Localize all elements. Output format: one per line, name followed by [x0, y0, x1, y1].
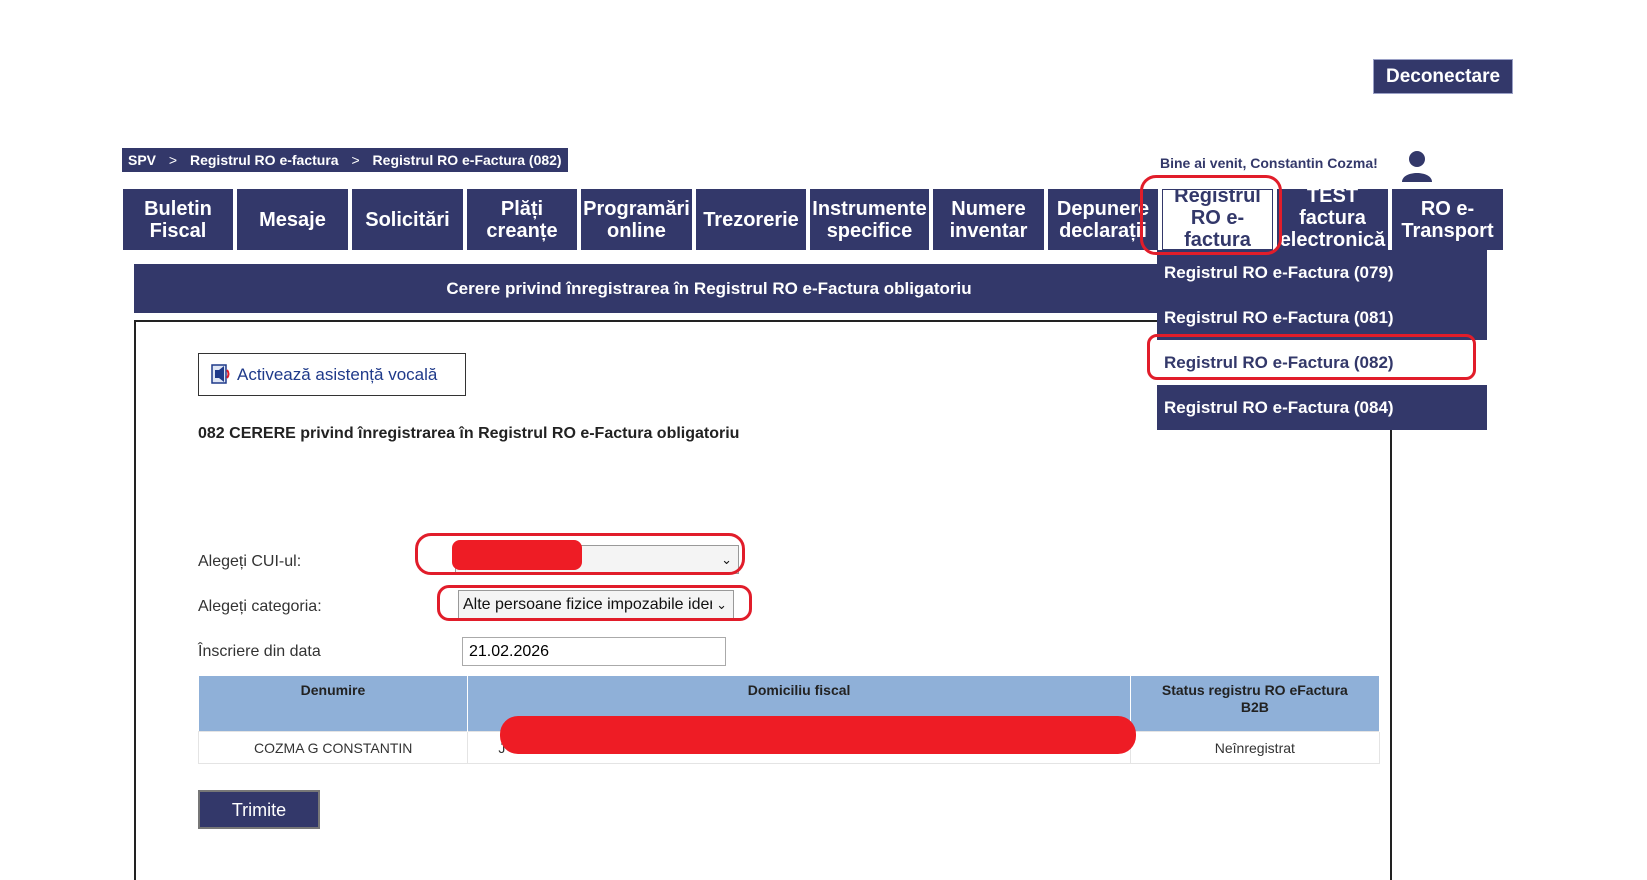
- speaker-icon: [211, 364, 230, 384]
- nav-mesaje[interactable]: Mesaje: [237, 189, 348, 250]
- welcome-text: Bine ai venit, Constantin Cozma!: [1160, 155, 1378, 171]
- cell-domiciliu-text: J: [498, 739, 506, 756]
- cell-domiciliu-tail: 79: [1090, 738, 1106, 754]
- nav-plati-creante[interactable]: Plăți creanțe: [467, 189, 577, 250]
- logout-button[interactable]: Deconectare: [1373, 59, 1513, 94]
- user-icon[interactable]: [1400, 148, 1434, 182]
- results-table: Denumire Domiciliu fiscal Status registr…: [197, 676, 1381, 764]
- nav-numere-inventar[interactable]: Numere inventar: [933, 189, 1044, 250]
- category-label: Alegeți categoria:: [198, 598, 322, 615]
- nav-solicitari[interactable]: Solicitări: [352, 189, 463, 250]
- nav-instrumente-specifice[interactable]: Instrumente specifice: [810, 189, 929, 250]
- efactura-dropdown-menu: Registrul RO e-Factura (079) Registrul R…: [1157, 250, 1487, 430]
- breadcrumb-separator: >: [351, 152, 360, 168]
- breadcrumb: SPV > Registrul RO e-factura > Registrul…: [122, 148, 568, 172]
- nav-buletin-fiscal[interactable]: Buletin Fiscal: [123, 189, 233, 250]
- nav-registrul-ro-efactura[interactable]: Registrul RO e-factura: [1162, 189, 1273, 250]
- column-header-domiciliu: Domiciliu fiscal: [467, 676, 1131, 732]
- table-row: COZMA G CONSTANTIN J 79 Neînregistrat: [197, 731, 1381, 764]
- cui-select-value: 17: [460, 551, 478, 568]
- chevron-down-icon: ⌄: [721, 552, 732, 567]
- chevron-down-icon: ⌄: [712, 591, 727, 618]
- nav-depunere-declaratii[interactable]: Depunere declarații: [1048, 189, 1158, 250]
- nav-programari-online[interactable]: Programări online: [581, 189, 692, 250]
- submit-button[interactable]: Trimite: [198, 790, 320, 829]
- form-title: 082 CERERE privind înregistrarea în Regi…: [198, 425, 740, 442]
- breadcrumb-item-spv[interactable]: SPV: [128, 148, 156, 172]
- column-header-status: Status registru RO eFactura B2B: [1130, 676, 1381, 732]
- dropdown-item-084[interactable]: Registrul RO e-Factura (084): [1157, 385, 1487, 430]
- cui-label: Alegeți CUI-ul:: [198, 553, 302, 570]
- nav-trezorerie[interactable]: Trezorerie: [696, 189, 806, 250]
- category-select-value: Alte persoane fizice impozabile iden: [463, 596, 719, 613]
- registration-date-input[interactable]: [462, 637, 726, 666]
- dropdown-item-081[interactable]: Registrul RO e-Factura (081): [1157, 295, 1487, 340]
- nav-ro-e-transport[interactable]: RO e- Transport: [1392, 189, 1503, 250]
- cui-select[interactable]: 17 ⌄: [455, 545, 739, 574]
- cell-denumire: COZMA G CONSTANTIN: [197, 731, 469, 764]
- column-header-denumire: Denumire: [198, 676, 469, 732]
- breadcrumb-item-current: Registrul RO e-Factura (082): [372, 152, 562, 168]
- dropdown-item-079[interactable]: Registrul RO e-Factura (079): [1157, 250, 1487, 295]
- breadcrumb-separator: >: [168, 152, 178, 168]
- voice-assistance-button[interactable]: Activează asistență vocală: [198, 353, 466, 396]
- cell-domiciliu: J 79: [467, 731, 1131, 764]
- cell-status: Neînregistrat: [1129, 731, 1381, 764]
- breadcrumb-item-registry[interactable]: Registrul RO e-factura: [190, 148, 339, 172]
- dropdown-item-082[interactable]: Registrul RO e-Factura (082): [1157, 340, 1487, 385]
- nav-test-factura-electronica[interactable]: TEST factura electronică: [1277, 189, 1388, 250]
- date-label: Înscriere din data: [198, 643, 321, 660]
- category-select[interactable]: Alte persoane fizice impozabile iden ⌄: [458, 590, 734, 619]
- page-title: Cerere privind înregistrarea în Registru…: [134, 264, 1284, 313]
